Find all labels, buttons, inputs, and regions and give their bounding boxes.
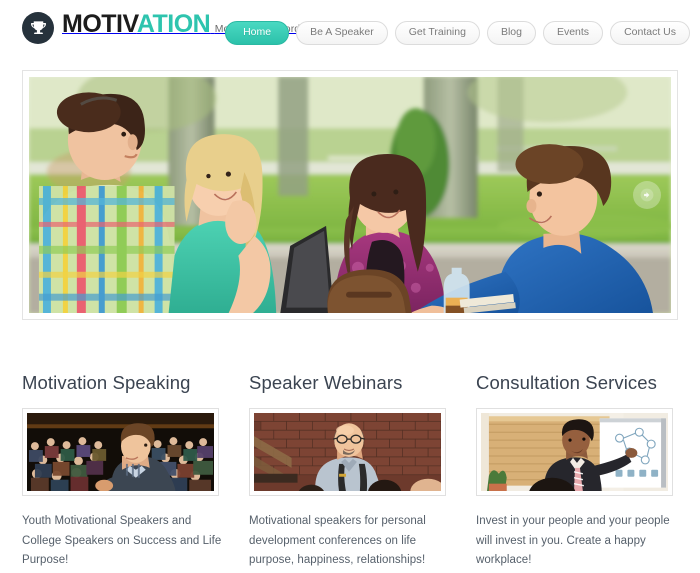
service-column-consultation-services: Consultation Services Invest in your peo… <box>476 372 677 571</box>
nav-item-get-training[interactable]: Get Training <box>394 21 480 45</box>
column-description: Invest in your people and your people wi… <box>476 515 670 566</box>
nav-item-home[interactable]: Home <box>225 21 290 45</box>
logo-word-dark: MOTIV <box>62 10 137 38</box>
nav-item-events[interactable]: Events <box>542 21 604 45</box>
service-column-speaker-webinars: Speaker Webinars Motivational speakers f… <box>249 372 450 571</box>
column-title: Speaker Webinars <box>249 372 403 393</box>
nav-item-be-a-speaker[interactable]: Be A Speaker <box>296 21 388 45</box>
site-header: MOTIVATION Motivational Wordpress Theme … <box>0 0 700 62</box>
service-column-motivation-speaking: Motivation Speaking Youth Motivational S… <box>22 372 223 571</box>
logo-word-accent: ATION <box>136 10 211 38</box>
nav-item-blog[interactable]: Blog <box>486 21 536 45</box>
slider-next-button[interactable] <box>633 181 661 209</box>
nav-item-contact-us[interactable]: Contact Us <box>610 21 690 45</box>
hero-slider <box>22 70 678 343</box>
brick-wall-speaker-image <box>254 413 441 491</box>
main-navigation: Home Be A Speaker Get Training Blog Even… <box>225 21 690 45</box>
column-thumbnail[interactable] <box>22 408 219 496</box>
column-description: Motivational speakers for personal devel… <box>249 515 426 566</box>
column-title: Consultation Services <box>476 372 658 393</box>
logo-wordmark: MOTIVATION <box>62 10 211 38</box>
hero-slide-image <box>29 77 671 313</box>
hero-drop-shadow <box>70 317 630 343</box>
whiteboard-presenter-image <box>481 413 668 491</box>
column-thumbnail[interactable] <box>249 408 446 496</box>
trophy-icon <box>22 12 54 44</box>
services-columns: Motivation Speaking Youth Motivational S… <box>22 372 678 571</box>
column-description: Youth Motivational Speakers and College … <box>22 515 222 566</box>
page-root: MOTIVATION Motivational Wordpress Theme … <box>0 0 700 573</box>
column-title: Motivation Speaking <box>22 372 191 393</box>
hero-frame <box>22 70 678 320</box>
column-thumbnail[interactable] <box>476 408 673 496</box>
auditorium-speaker-image <box>27 413 214 491</box>
